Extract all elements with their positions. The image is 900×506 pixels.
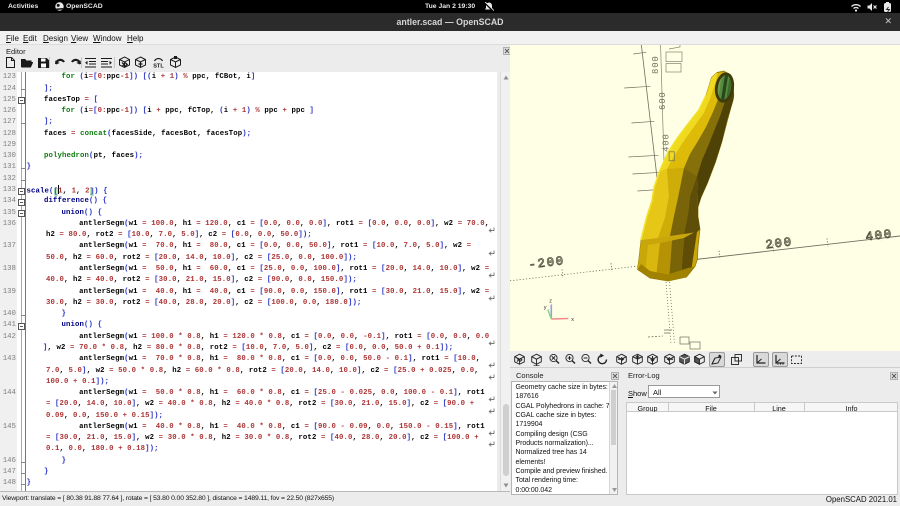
svg-text:800: 800 (651, 55, 661, 74)
svg-text:STL: STL (153, 64, 164, 70)
svg-text:600: 600 (658, 91, 668, 110)
svg-text:z: z (549, 299, 552, 305)
svg-text:y: y (544, 305, 547, 311)
svg-text:x: x (571, 317, 574, 323)
